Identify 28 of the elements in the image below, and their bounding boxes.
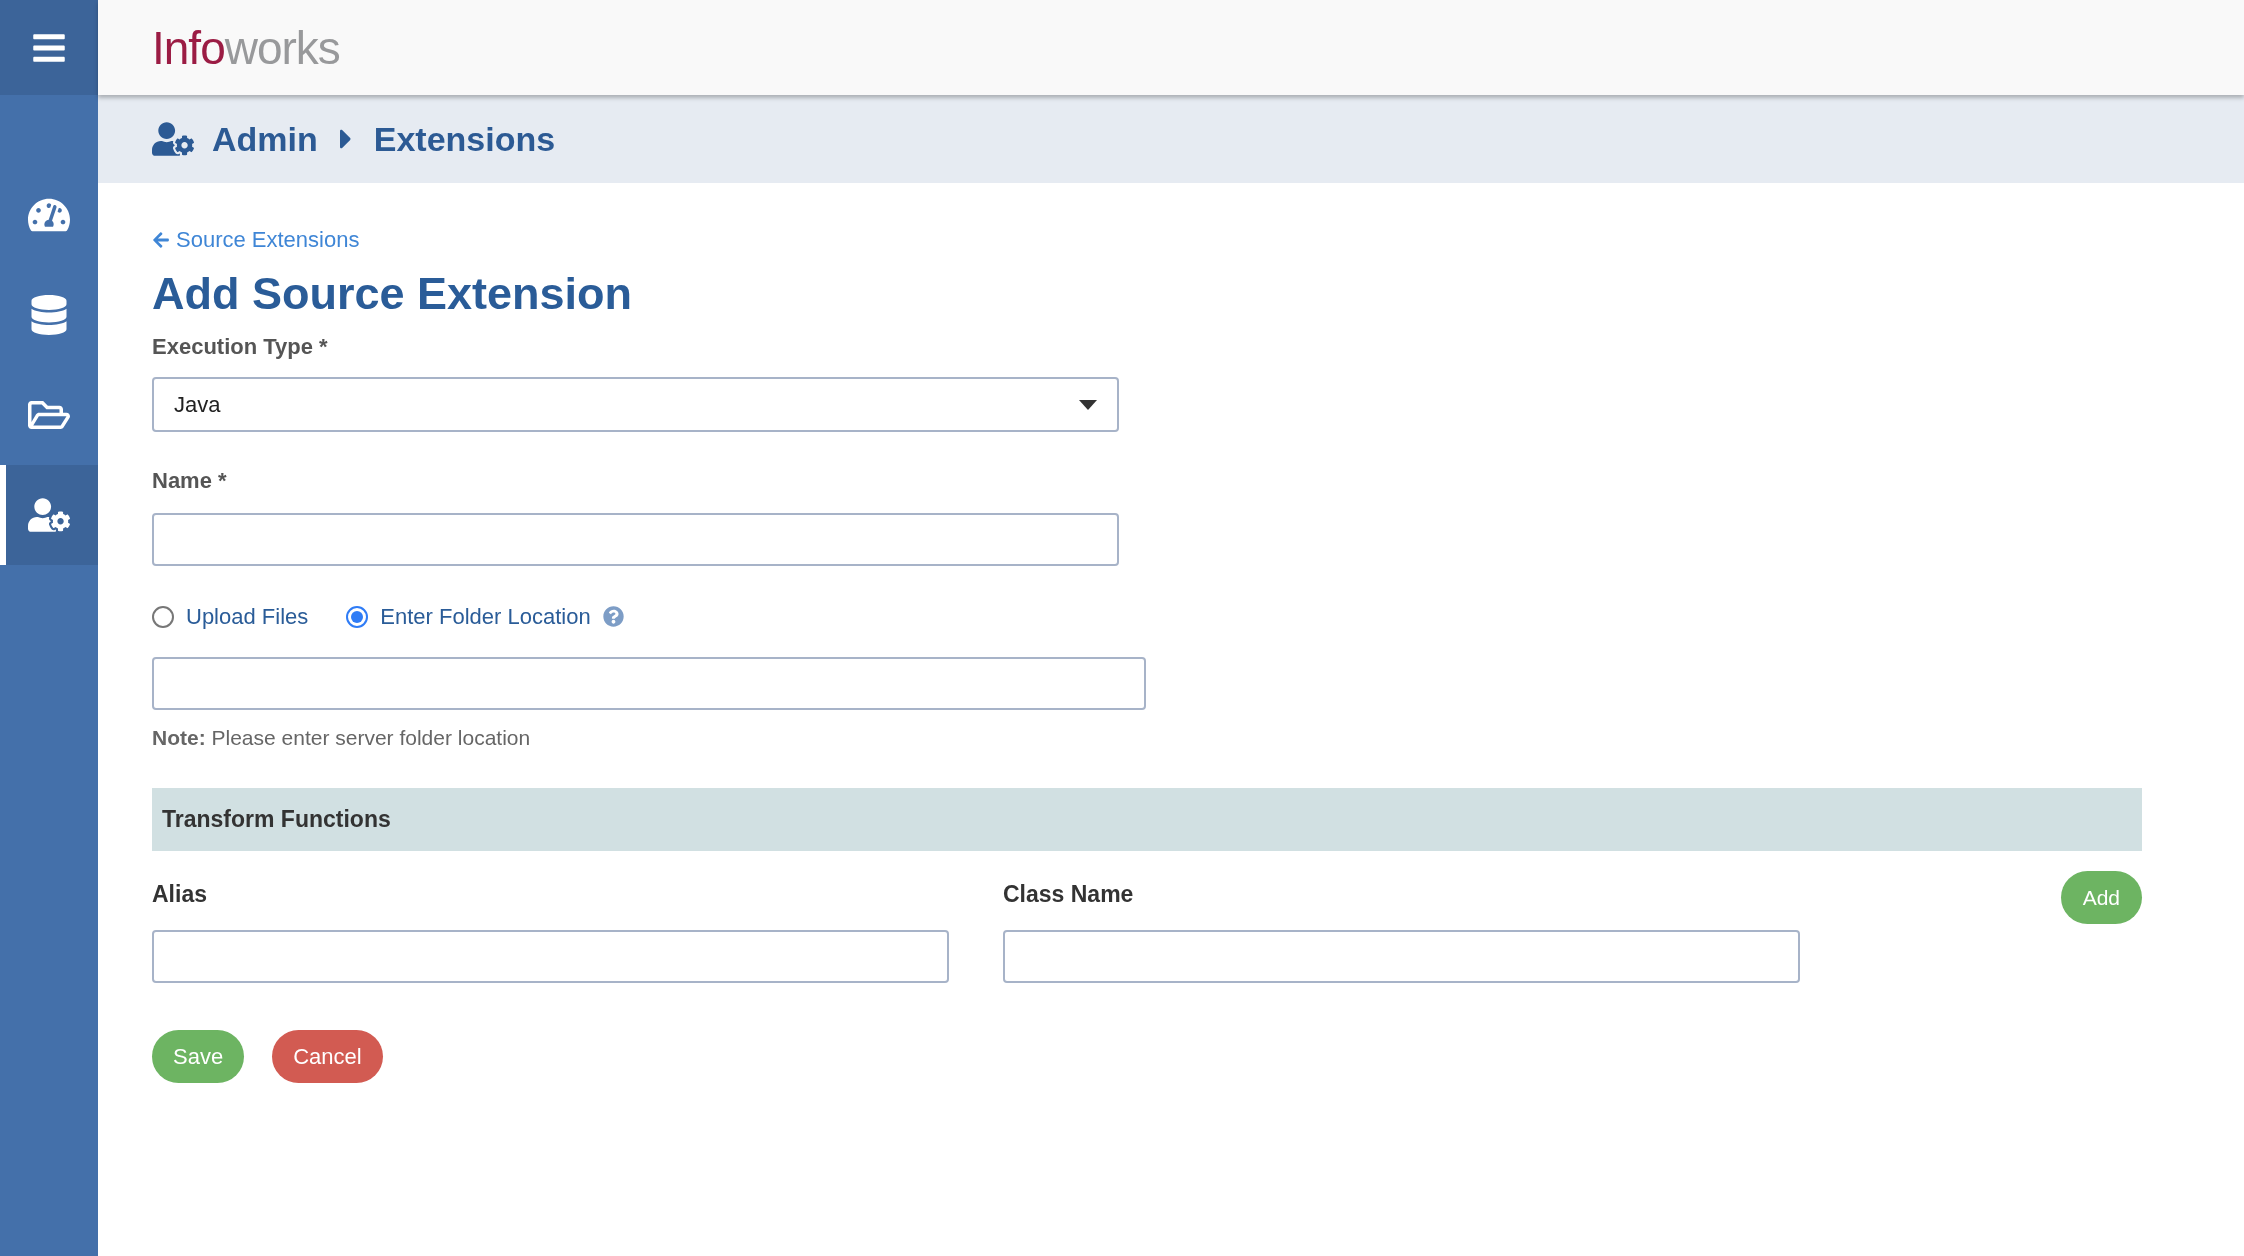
logo: Infoworks <box>152 24 340 71</box>
name-input[interactable] <box>152 513 1119 567</box>
section-header: Transform Functions <box>152 787 2142 851</box>
radio-button[interactable] <box>152 605 174 628</box>
menu-button[interactable] <box>0 0 98 95</box>
arrow-left-icon <box>152 230 170 249</box>
text-input[interactable] <box>1003 929 1800 983</box>
execution-type-dropdown[interactable]: Java <box>152 377 1119 433</box>
note-text: Note: Please enter server folder location <box>152 725 532 752</box>
text-input[interactable] <box>152 929 949 983</box>
column-label: Class Name <box>1003 879 1135 909</box>
radio-option[interactable]: Upload Files <box>152 600 309 634</box>
user-gear-icon <box>152 121 194 157</box>
help-icon <box>602 606 624 628</box>
radio-option[interactable]: Enter Folder Location <box>346 600 624 634</box>
radio-button[interactable] <box>346 605 369 628</box>
user-gear-icon <box>28 495 70 535</box>
folder-location-input[interactable] <box>152 657 1146 711</box>
field-label: Execution Type * <box>152 333 329 362</box>
page-title: Add Source Extension <box>152 267 634 321</box>
breadcrumb-item[interactable]: Admin <box>212 113 318 165</box>
cancel-button[interactable]: Cancel <box>272 1029 383 1083</box>
breadcrumb-item: Extensions <box>373 118 556 160</box>
back-link[interactable]: Source Extensions <box>152 223 360 256</box>
caret-icon <box>1079 399 1097 410</box>
sidebar-item[interactable] <box>0 465 98 565</box>
column-label: Alias <box>152 879 208 909</box>
field-label: Name * <box>152 467 228 496</box>
